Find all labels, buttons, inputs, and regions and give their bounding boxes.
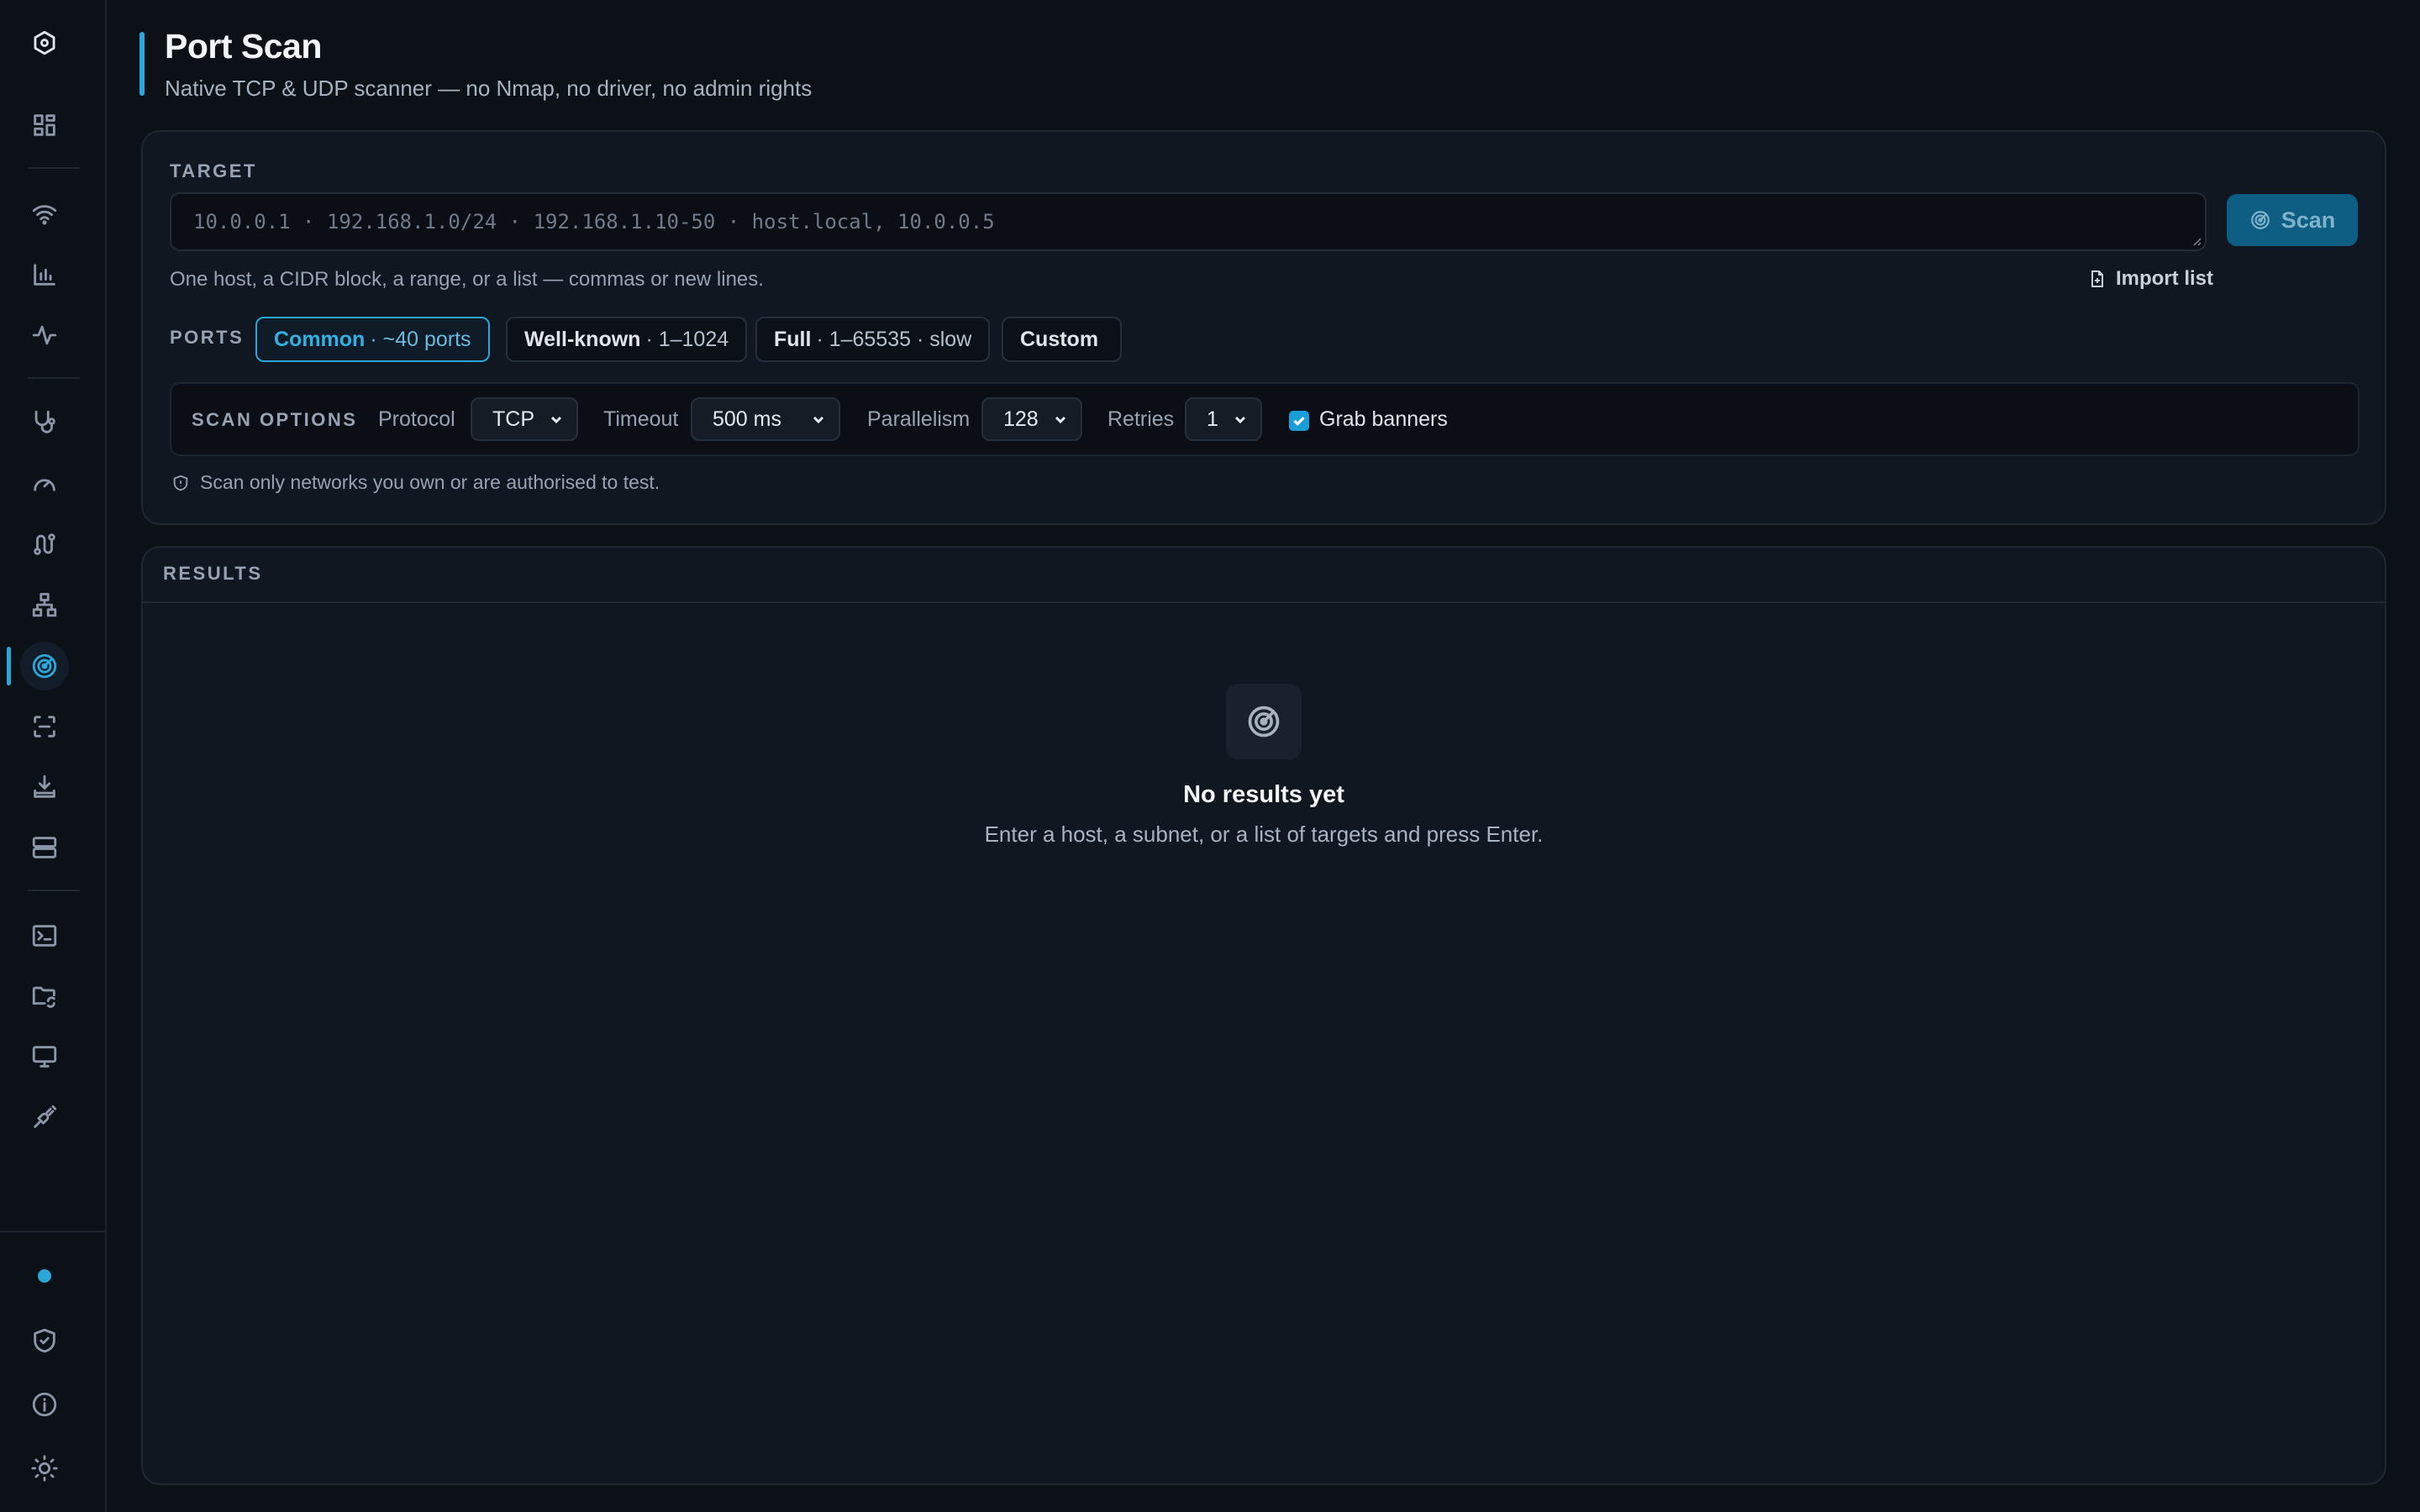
sidebar-item-about[interactable]: [20, 1380, 69, 1429]
timeout-select[interactable]: 500 ms: [691, 397, 840, 441]
page-title: Port Scan: [165, 27, 322, 66]
info-icon: [32, 1392, 57, 1417]
sidebar-item-speed-test[interactable]: [20, 459, 69, 508]
sidebar-item-dashboard[interactable]: [20, 101, 69, 150]
sidebar-item-traceroute[interactable]: [20, 520, 69, 569]
sidebar-item-security[interactable]: [20, 1316, 69, 1365]
route-icon: [34, 533, 55, 555]
dashboard-icon: [34, 114, 55, 136]
radar-icon: [32, 654, 57, 679]
page-subtitle: Native TCP & UDP scanner — no Nmap, no d…: [165, 76, 813, 101]
wifi-icon: [32, 205, 57, 225]
import-list-label: Import list: [2116, 267, 2214, 290]
sidebar-item-port-scan[interactable]: [20, 642, 69, 690]
grab-banners-checkbox[interactable]: [1289, 411, 1309, 431]
empty-state-title: No results yet: [1183, 781, 1344, 808]
authorisation-warning: Scan only networks you own or are author…: [171, 471, 660, 494]
terminal-icon: [32, 925, 57, 947]
target-card: TARGET 10.0.0.1 · 192.168.1.0/24 · 192.1…: [141, 130, 2386, 525]
app-logo-icon[interactable]: [20, 18, 69, 67]
sidebar-item-wifi[interactable]: [20, 190, 69, 239]
radar-icon: [2250, 211, 2270, 229]
scan-button[interactable]: Scan: [2227, 194, 2358, 246]
theme-toggle-button[interactable]: [20, 1444, 69, 1493]
active-indicator: [7, 647, 11, 685]
download-tray-icon: [34, 774, 55, 798]
parallelism-label: Parallelism: [867, 407, 971, 431]
import-list-button[interactable]: Import list: [2087, 265, 2213, 293]
title-accent-bar: [139, 32, 145, 96]
sidebar-item-statistics[interactable]: [20, 250, 69, 299]
resize-grip-icon[interactable]: [2190, 234, 2202, 246]
monitor-icon: [32, 1046, 57, 1068]
sidebar-divider: [28, 890, 80, 891]
sidebar-footer-divider: [0, 1231, 107, 1232]
sidebar-divider: [28, 377, 80, 379]
chevron-down-icon: [1055, 416, 1066, 424]
authorisation-warning-text: Scan only networks you own or are author…: [200, 471, 660, 493]
status-dot-icon: [38, 1269, 51, 1283]
results-label: RESULTS: [163, 563, 263, 584]
chevron-down-icon: [813, 416, 824, 424]
sidebar-item-downloads[interactable]: [20, 763, 69, 811]
retries-select[interactable]: 1: [1185, 397, 1262, 441]
speedometer-icon: [34, 479, 55, 491]
server-icon: [32, 837, 57, 858]
file-import-icon: [2091, 270, 2103, 287]
port-preset-custom[interactable]: Custom: [1002, 317, 1123, 362]
scan-options-panel: SCAN OPTIONS Protocol TCP Timeout 500 ms…: [170, 382, 2360, 456]
results-card: RESULTS No results yet Enter a host, a s…: [141, 546, 2386, 1485]
sidebar-item-activity[interactable]: [20, 311, 69, 360]
sidebar-item-diagnostics[interactable]: [20, 398, 69, 447]
target-input[interactable]: 10.0.0.1 · 192.168.1.0/24 · 192.168.1.10…: [170, 192, 2207, 251]
shield-check-icon: [34, 1328, 55, 1353]
sidebar-item-file-share[interactable]: [20, 972, 69, 1021]
scan-options-label: SCAN OPTIONS: [192, 409, 358, 430]
target-helper-text: One host, a CIDR block, a range, or a li…: [170, 268, 764, 291]
sidebar-item-servers[interactable]: [20, 823, 69, 872]
ports-label: PORTS: [170, 327, 245, 348]
target-placeholder: 10.0.0.1 · 192.168.1.0/24 · 192.168.1.10…: [193, 210, 995, 234]
bar-chart-icon: [34, 264, 55, 286]
sidebar-item-remote-desktop[interactable]: [20, 1032, 69, 1081]
port-preset-common[interactable]: Common · ~40 ports: [255, 317, 490, 362]
shield-alert-icon: [173, 475, 188, 491]
sidebar-item-scanner[interactable]: [20, 702, 69, 751]
scan-frame-icon: [34, 716, 55, 738]
plug-icon: [34, 1105, 57, 1128]
stethoscope-icon: [34, 410, 55, 433]
folder-sync-icon: [32, 986, 55, 1008]
parallelism-select[interactable]: 128: [981, 397, 1082, 441]
results-header: RESULTS: [143, 548, 2385, 603]
sidebar: [0, 0, 107, 1512]
sidebar-divider: [28, 167, 80, 169]
grab-banners-label[interactable]: Grab banners: [1319, 407, 1448, 432]
retries-label: Retries: [1107, 407, 1175, 431]
port-preset-full[interactable]: Full · 1–65535 · slow: [755, 317, 991, 362]
empty-state-icon: [1226, 684, 1302, 759]
activity-icon: [32, 325, 57, 345]
timeout-label: Timeout: [603, 407, 679, 431]
protocol-select[interactable]: TCP: [471, 397, 578, 441]
radar-icon: [1248, 706, 1280, 738]
sidebar-item-connect[interactable]: [20, 1093, 69, 1142]
port-preset-well-known[interactable]: Well-known · 1–1024: [506, 317, 748, 362]
empty-state-subtitle: Enter a host, a subnet, or a list of tar…: [984, 822, 1544, 847]
check-icon: [1293, 417, 1305, 426]
network-topology-icon: [32, 592, 57, 617]
protocol-label: Protocol: [378, 407, 455, 431]
chevron-down-icon: [550, 416, 562, 424]
sidebar-item-terminal[interactable]: [20, 911, 69, 960]
sun-icon: [31, 1455, 58, 1482]
chevron-down-icon: [1234, 416, 1246, 424]
target-label: TARGET: [170, 160, 257, 181]
scan-button-label: Scan: [2281, 207, 2336, 233]
sidebar-item-network-map[interactable]: [20, 580, 69, 629]
